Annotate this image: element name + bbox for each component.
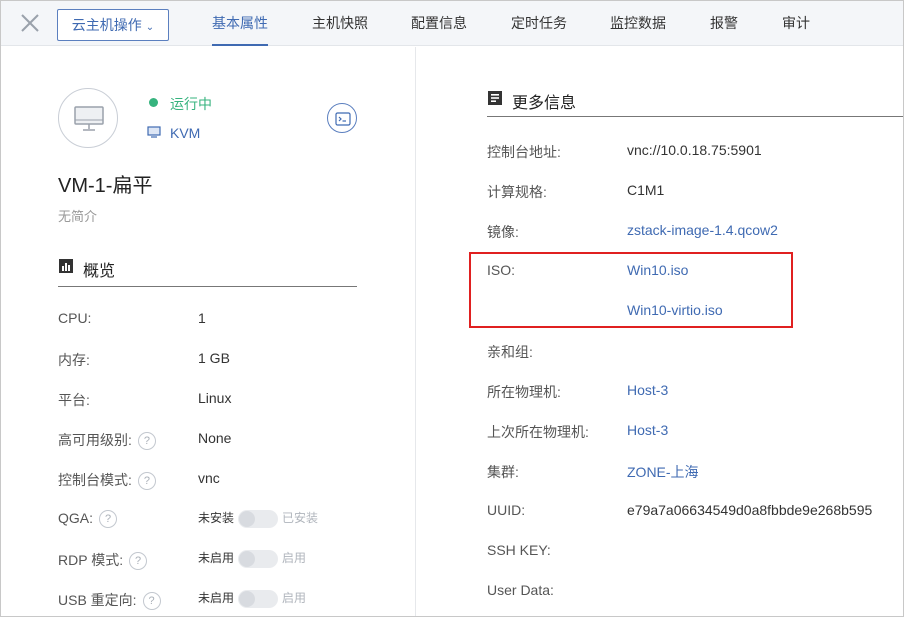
platform-label: 平台: <box>58 392 90 408</box>
qga-label: QGA:? <box>58 510 118 529</box>
tab-basic-properties[interactable]: 基本属性 <box>212 1 268 46</box>
qga-label-text: QGA: <box>58 510 94 526</box>
tab-config-info[interactable]: 配置信息 <box>411 1 467 46</box>
chevron-down-icon: ⌄ <box>145 22 155 33</box>
document-icon <box>488 91 502 105</box>
qga-off-label: 未安装 <box>198 511 235 525</box>
instance-offering-label: 计算规格: <box>487 184 547 200</box>
ha-level-value: None <box>198 430 232 446</box>
console-mode-label-text: 控制台模式: <box>58 472 132 488</box>
tab-audit[interactable]: 审计 <box>782 1 810 46</box>
vm-name: VM-1-扁平 <box>58 175 153 197</box>
affinity-group-label: 亲和组: <box>487 344 533 360</box>
image-link[interactable]: zstack-image-1.4.qcow2 <box>627 222 778 238</box>
instance-offering-value: C1M1 <box>627 182 665 198</box>
toggle-knob <box>239 590 256 607</box>
tab-scheduled-tasks[interactable]: 定时任务 <box>511 1 567 46</box>
right-panel: 更多信息 控制台地址: vnc://10.0.18.75:5901 计算规格: … <box>417 47 903 616</box>
rdp-toggle-row: 未启用 启用 <box>198 549 306 568</box>
uuid-label: UUID: <box>487 502 526 518</box>
host-link[interactable]: Host-3 <box>627 382 668 398</box>
usb-toggle[interactable] <box>238 589 279 608</box>
help-icon[interactable]: ? <box>99 510 118 529</box>
image-label: 镜像: <box>487 224 519 240</box>
bar-chart-icon <box>59 259 73 273</box>
cluster-link[interactable]: ZONE-上海 <box>627 462 699 482</box>
vm-actions-label: 云主机操作 <box>71 17 142 33</box>
ha-level-label-text: 高可用级别: <box>58 432 132 448</box>
memory-value: 1 GB <box>198 350 230 366</box>
ha-level-label: 高可用级别:? <box>58 430 156 451</box>
close-icon[interactable] <box>18 11 42 35</box>
hypervisor-icon <box>147 126 161 138</box>
more-info-title: 更多信息 <box>512 95 577 112</box>
more-info-section-header: 更多信息 <box>487 83 903 117</box>
cpu-label: CPU: <box>58 310 92 326</box>
user-data-label: User Data: <box>487 582 554 598</box>
uuid-value: e79a7a06634549d0a8fbbde9e268b595 <box>627 502 873 518</box>
console-mode-value: vnc <box>198 470 220 486</box>
vm-hypervisor: KVM <box>170 125 201 141</box>
qga-toggle[interactable] <box>238 509 279 528</box>
usb-redirect-label: USB 重定向:? <box>58 590 161 611</box>
left-panel: 运行中 KVM VM-1-扁平 无简介 概览 CPU: 1 内存: 1 GB 平… <box>1 47 416 616</box>
vm-avatar <box>58 88 118 148</box>
qga-on-label: 已安装 <box>282 511 319 525</box>
tab-monitoring[interactable]: 监控数据 <box>610 1 666 46</box>
overview-section-header: 概览 <box>58 255 357 287</box>
cluster-label: 集群: <box>487 464 519 480</box>
rdp-on-label: 启用 <box>282 551 307 565</box>
vm-actions-dropdown[interactable]: 云主机操作 ⌄ <box>57 9 169 41</box>
usb-off-label: 未启用 <box>198 591 235 605</box>
cpu-value: 1 <box>198 310 206 326</box>
tab-alarms[interactable]: 报警 <box>710 1 738 46</box>
help-icon[interactable]: ? <box>129 552 148 571</box>
rdp-toggle[interactable] <box>238 549 279 568</box>
toggle-knob <box>239 510 256 527</box>
rdp-mode-label: RDP 模式:? <box>58 550 148 571</box>
help-icon[interactable]: ? <box>142 592 161 611</box>
usb-on-label: 启用 <box>282 591 307 605</box>
tab-snapshots[interactable]: 主机快照 <box>312 1 368 46</box>
rdp-off-label: 未启用 <box>198 551 235 565</box>
help-icon[interactable]: ? <box>137 472 156 491</box>
platform-value: Linux <box>198 390 232 406</box>
monitor-icon <box>74 106 104 131</box>
usb-toggle-row: 未启用 启用 <box>198 589 306 608</box>
memory-label: 内存: <box>58 352 90 368</box>
console-address-value: vnc://10.0.18.75:5901 <box>627 142 762 158</box>
last-host-link[interactable]: Host-3 <box>627 422 668 438</box>
vm-status: 运行中 <box>170 96 212 112</box>
terminal-icon <box>335 112 351 126</box>
toggle-knob <box>239 550 256 567</box>
iso-highlight-box <box>469 252 793 328</box>
overview-title: 概览 <box>83 263 116 280</box>
usb-redirect-label-text: USB 重定向: <box>58 592 137 608</box>
last-host-label: 上次所在物理机: <box>487 424 589 440</box>
console-mode-label: 控制台模式:? <box>58 470 156 491</box>
help-icon[interactable]: ? <box>137 432 156 451</box>
qga-toggle-row: 未安装 已安装 <box>198 509 318 528</box>
top-bar: 云主机操作 ⌄ 基本属性 主机快照 配置信息 定时任务 监控数据 报警 审计 <box>1 1 903 46</box>
host-label: 所在物理机: <box>487 384 561 400</box>
rdp-mode-label-text: RDP 模式: <box>58 552 124 568</box>
open-console-button[interactable] <box>327 103 357 133</box>
console-address-label: 控制台地址: <box>487 144 561 160</box>
ssh-key-label: SSH KEY: <box>487 542 551 558</box>
status-dot-icon <box>149 98 158 107</box>
vm-description: 无简介 <box>58 209 98 224</box>
